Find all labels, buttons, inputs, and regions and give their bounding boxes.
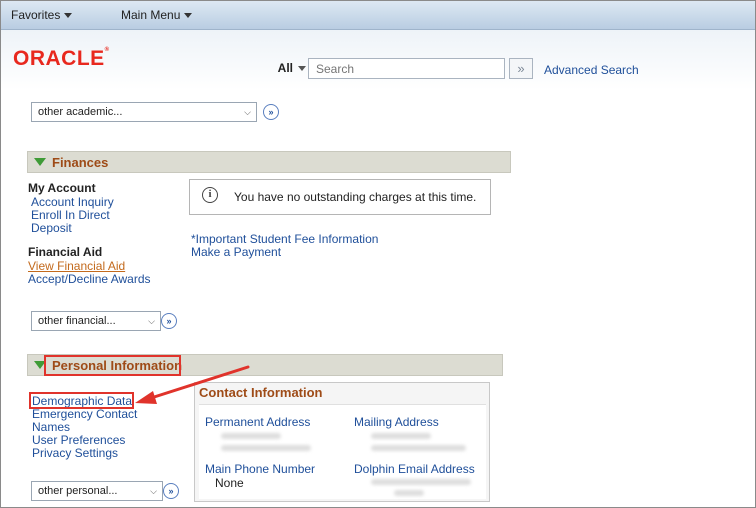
annotation-arrow (135, 365, 250, 404)
app-window: Favorites Main Menu ORACLE® All » Advanc… (0, 0, 756, 508)
